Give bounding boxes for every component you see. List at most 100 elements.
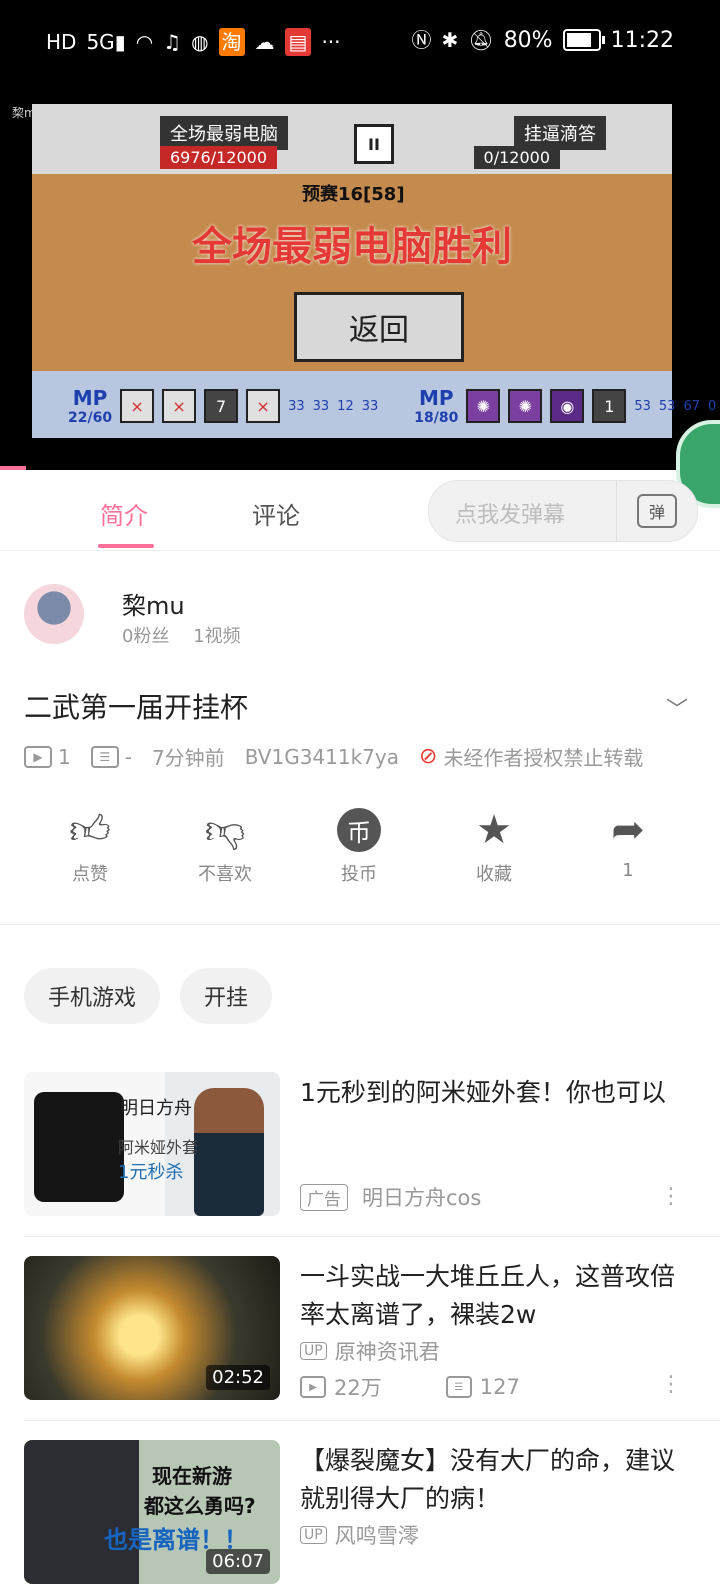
thumb-caption: 1元秒杀 [118, 1162, 184, 1183]
danmaku-input[interactable]: 点我发弹幕 弹 [428, 480, 698, 542]
avatar[interactable] [24, 584, 84, 644]
fans-count: 0粉丝 [122, 626, 170, 647]
action-bar: 👍︎ 点赞 👎︎ 不喜欢 币 投币 ★ 收藏 ➦ 1 [0, 800, 720, 900]
recommendation-title[interactable]: 1元秒到的阿米娅外套！你也可以 [300, 1074, 696, 1112]
tab-active-indicator [98, 544, 154, 548]
battery-percent: 80% [503, 27, 553, 53]
share-button[interactable]: ➦ 1 [578, 800, 678, 881]
ad-source: 明日方舟cos [362, 1186, 482, 1210]
hud-right: MP 18/80 ✺ ✺ ◉ 1 53 53 67 0 [378, 386, 716, 426]
player1-score: 6976/12000 [160, 146, 278, 169]
recommendation-meta: 广告 明日方舟cos [300, 1182, 481, 1212]
dislike-button[interactable]: 👎︎ 不喜欢 [175, 800, 275, 886]
hd-icon: HD [46, 30, 77, 54]
character-image [194, 1088, 264, 1216]
jacket-image [34, 1092, 124, 1202]
star-icon: ★ [476, 807, 512, 853]
video-thumbnail[interactable]: 明日方舟 阿米娅外套 1元秒杀 [24, 1072, 280, 1216]
uploader-name: 风鸣雪澪 [334, 1524, 419, 1548]
recommendation-item[interactable]: 02:52 一斗实战一大堆丘丘人，这普攻倍率太离谱了，裸装2w UP 原神资讯君… [24, 1256, 696, 1406]
uploader-name[interactable]: 棃mu [122, 586, 185, 621]
play-count-icon: ▶ [300, 1376, 326, 1398]
more-options-icon[interactable]: ⋮ [660, 1184, 682, 1209]
section-divider [0, 924, 720, 925]
like-label: 点赞 [72, 864, 108, 885]
hud-left: MP 22/60 × × 7 × 33 33 12 33 [32, 386, 378, 426]
coin-label: 投币 [341, 864, 377, 885]
music-icon: ♫ [163, 30, 182, 54]
recommendation-title[interactable]: 【爆裂魔女】没有大厂的命，建议就别得大厂的病！ [300, 1442, 696, 1518]
mp-label: MP [419, 386, 454, 410]
favorite-button[interactable]: ★ 收藏 [444, 800, 544, 886]
danmaku-count: - [124, 744, 132, 769]
tab-intro[interactable]: 简介 [100, 496, 148, 531]
recommendation-uploader: UP 风鸣雪澪 [300, 1520, 419, 1550]
chevron-down-icon[interactable]: ﹀ [666, 692, 688, 724]
up-icon: UP [300, 1526, 327, 1544]
share-count: 1 [622, 860, 634, 881]
play-count-icon: ▶ [24, 745, 52, 768]
nfc-icon: Ⓝ [411, 28, 432, 52]
mp-right: MP 18/80 [414, 386, 458, 426]
game-pause-icon: II [354, 124, 394, 164]
recommendation-uploader: UP 原神资讯君 [300, 1336, 440, 1366]
video-player[interactable]: 棃mu 全场最弱电脑 6976/12000 II 挂逼滴答 0/12000 预赛… [0, 84, 720, 470]
thumbs-up-icon: 👍︎ [69, 807, 111, 853]
recommendation-item[interactable]: 现在新游 都这么勇吗? 也是离谱！！ 06:07 【爆裂魔女】没有大厂的命，建议… [24, 1440, 696, 1590]
uploader-stats: 0粉丝 1视频 [122, 622, 259, 648]
tabs-row: 简介 评论 点我发弹幕 弹 [0, 470, 720, 551]
play-count: 1 [58, 744, 71, 769]
mp-left: MP 22/60 [68, 386, 112, 426]
battery-fill [566, 33, 591, 47]
status-bar: HD 5G▮ ◠ ♫ ◍ 淘 ☁ ▤ ··· Ⓝ ✱ 🔕︎ 80% 11:22 [0, 0, 720, 84]
round-label: 预赛16[58] [302, 184, 405, 205]
video-meta: ▶ 1 ☰ - 7分钟前 BV1G3411k7ya ⊘ 未经作者授权禁止转载 [24, 742, 643, 771]
victory-text: 全场最弱电脑胜利 [192, 224, 512, 270]
skill-count: 12 [337, 398, 354, 414]
game-screenshot: 全场最弱电脑 6976/12000 II 挂逼滴答 0/12000 预赛16[5… [32, 104, 716, 438]
thumb-brand: 明日方舟 [120, 1098, 192, 1119]
tag-chip[interactable]: 开挂 [180, 968, 273, 1024]
book-icon: ▤ [284, 28, 312, 56]
player1-name: 全场最弱电脑 [160, 116, 288, 150]
video-thumbnail[interactable]: 现在新游 都这么勇吗? 也是离谱！！ 06:07 [24, 1440, 280, 1584]
danmaku-count-icon: ☰ [90, 745, 119, 768]
danmaku-toggle-button[interactable]: 弹 [616, 481, 697, 541]
skill-slot: ✺ [508, 389, 543, 423]
skill-slot: × [120, 389, 155, 423]
thumb-caption: 都这么勇吗? [144, 1494, 256, 1518]
thumb-caption: 现在新游 [152, 1464, 232, 1488]
video-duration: 06:07 [206, 1549, 270, 1574]
recommendation-title[interactable]: 一斗实战一大堆丘丘人，这普攻倍率太离谱了，裸装2w [300, 1258, 696, 1334]
danmaku-icon: 弹 [637, 494, 677, 528]
bvid: BV1G3411k7ya [244, 744, 399, 769]
skill-count: 33 [288, 398, 305, 414]
recommendation-item[interactable]: 明日方舟 阿米娅外套 1元秒杀 1元秒到的阿米娅外套！你也可以 广告 明日方舟c… [24, 1072, 696, 1222]
skill-slot: ◉ [550, 389, 585, 423]
coin-icon: 币 [337, 808, 381, 852]
player2-score: 0/12000 [473, 146, 560, 169]
publish-time: 7分钟前 [151, 746, 225, 770]
game-return-label: 返回 [294, 292, 464, 362]
overflow-icon: ··· [321, 30, 341, 54]
tab-comments[interactable]: 评论 [252, 496, 300, 531]
5g-icon: 5G▮ [86, 30, 126, 54]
taobao-icon: 淘 [218, 28, 245, 56]
battery-icon [562, 29, 605, 51]
more-options-icon[interactable]: ⋮ [660, 1372, 682, 1397]
cloud-icon: ☁ [254, 30, 275, 54]
list-divider [24, 1236, 720, 1237]
skill-count: 0 [707, 398, 717, 414]
recommendation-stats: ▶ 22万 ☰ 127 [300, 1372, 520, 1402]
tag-chip[interactable]: 手机游戏 [24, 968, 161, 1024]
tag-list: 手机游戏 开挂 [24, 968, 273, 1024]
video-duration: 02:52 [206, 1365, 270, 1390]
mp-value: 22/60 [68, 410, 113, 426]
like-button[interactable]: 👍︎ 点赞 [40, 800, 140, 886]
wifi-icon: ◠ [135, 30, 154, 54]
mp-label: MP [72, 386, 108, 410]
clock: 11:22 [610, 27, 674, 53]
coin-button[interactable]: 币 投币 [309, 800, 409, 886]
video-thumbnail[interactable]: 02:52 [24, 1256, 280, 1400]
thumbs-down-icon: 👎︎ [204, 807, 246, 853]
